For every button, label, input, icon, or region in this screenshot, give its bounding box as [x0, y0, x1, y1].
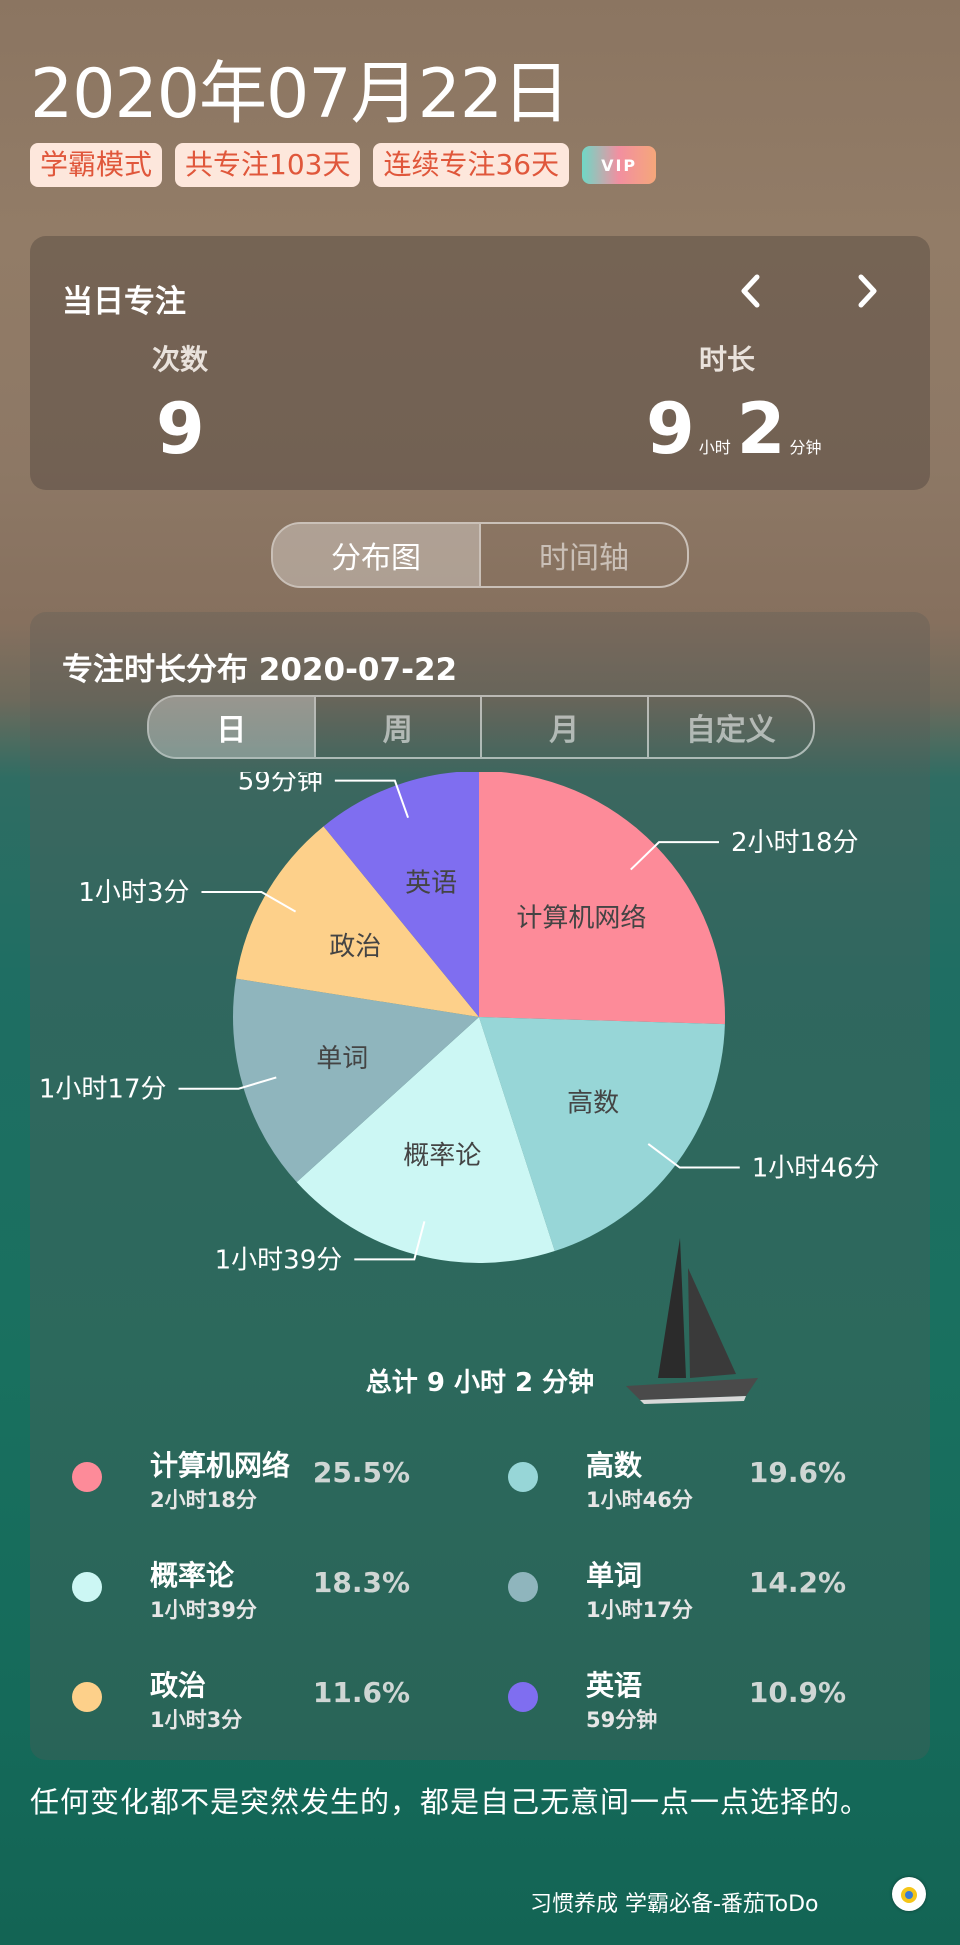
legend-swatch	[72, 1462, 102, 1492]
distribution-pie-chart: 计算机网络 2小时18分高数 1小时46分 概率论 1小时39分 单词 1小时17分 政治 1小…	[39, 772, 880, 1275]
legend-percent: 10.9%	[748, 1676, 846, 1709]
legend-name: 英语	[586, 1669, 643, 1702]
next-day-button[interactable]	[842, 266, 892, 316]
vip-badge[interactable]: VIP	[582, 146, 657, 184]
tab-distribution[interactable]: 分布图	[273, 524, 479, 586]
status-tags: 学霸模式 共专注103天 连续专注36天 VIP	[30, 143, 657, 187]
minutes-unit: 分钟	[789, 438, 822, 457]
streak-badge: 连续专注36天	[373, 143, 570, 187]
legend-item: 单词 1小时17分 14.2%	[466, 1544, 886, 1624]
legend-name: 概率论	[150, 1559, 235, 1592]
legend-time: 2小时18分	[150, 1488, 257, 1512]
range-tabs: 日 周 月 自定义	[147, 695, 815, 759]
legend-time: 1小时3分	[150, 1708, 243, 1732]
slice-label: 高数	[567, 1089, 619, 1119]
distribution-title: 专注时长分布 2020-07-22	[62, 652, 458, 688]
prev-day-button[interactable]	[726, 266, 776, 316]
total-duration: 总计 9 小时 2 分钟	[365, 1368, 595, 1398]
motivational-quote: 任何变化都不是突然发生的，都是自己无意间一点一点选择的。	[30, 1785, 871, 1819]
distribution-card: 专注时长分布 2020-07-22 日 周 月 自定义 计算机网络 2小时18分高…	[30, 612, 930, 1760]
mode-badge: 学霸模式	[30, 143, 163, 187]
slice-value-label: 1小时46分	[752, 1154, 880, 1184]
duration-value: 9 小时 2 分钟	[646, 388, 821, 470]
legend-swatch	[508, 1572, 538, 1602]
tab-timeline[interactable]: 时间轴	[479, 524, 687, 586]
legend-time: 1小时46分	[586, 1488, 693, 1512]
app-logo-icon	[892, 1877, 926, 1911]
legend-swatch	[72, 1682, 102, 1712]
slice-label: 计算机网络	[516, 904, 646, 934]
slice-label: 政治	[329, 932, 381, 962]
duration-label: 时长	[699, 343, 756, 376]
view-tabs: 分布图 时间轴	[271, 522, 689, 588]
legend-item: 概率论 1小时39分 18.3%	[30, 1544, 450, 1624]
count-value: 9	[156, 388, 205, 470]
daily-focus-card: 当日专注 次数 9 时长 9 小时 2 分钟	[30, 236, 930, 490]
legend-time: 1小时39分	[150, 1598, 257, 1622]
sailboat-illustration	[626, 1238, 758, 1404]
footer-slogan: 习惯养成 学霸必备-番茄ToDo	[530, 1892, 819, 1917]
legend-time: 59分钟	[586, 1708, 658, 1732]
pie-slice[interactable]	[479, 772, 725, 1025]
slice-label: 英语	[405, 869, 457, 899]
legend-percent: 25.5%	[312, 1456, 410, 1489]
chevron-right-icon	[858, 274, 877, 308]
slice-value-label: 1小时17分	[39, 1075, 167, 1105]
daily-focus-title: 当日专注	[62, 284, 186, 320]
slice-value-label: 1小时3分	[78, 878, 189, 908]
tab-week[interactable]: 周	[313, 697, 481, 757]
legend-name: 政治	[150, 1669, 207, 1702]
slice-label: 单词	[316, 1044, 368, 1074]
legend-percent: 14.2%	[748, 1566, 846, 1599]
legend-swatch	[72, 1572, 102, 1602]
chevron-left-icon	[741, 274, 760, 308]
legend-name: 单词	[586, 1559, 643, 1592]
count-label: 次数	[152, 343, 209, 376]
page-title: 2020年07月22日	[30, 55, 570, 134]
slice-label: 概率论	[403, 1141, 481, 1171]
total-days-badge: 共专注103天	[175, 143, 361, 187]
duration-hours: 9	[646, 388, 695, 470]
legend-percent: 11.6%	[312, 1676, 410, 1709]
legend-item: 高数 1小时46分 19.6%	[466, 1434, 886, 1514]
slice-value-label: 2小时18分	[731, 828, 859, 858]
legend-item: 计算机网络 2小时18分 25.5%	[30, 1434, 450, 1514]
legend-item: 英语 59分钟 10.9%	[466, 1654, 886, 1734]
legend-item: 政治 1小时3分 11.6%	[30, 1654, 450, 1734]
slice-value-label: 59分钟	[238, 772, 323, 797]
legend-swatch	[508, 1682, 538, 1712]
legend-name: 计算机网络	[150, 1449, 291, 1482]
tab-custom[interactable]: 自定义	[646, 697, 814, 757]
legend-swatch	[508, 1462, 538, 1492]
legend-time: 1小时17分	[586, 1598, 693, 1622]
hours-unit: 小时	[698, 438, 731, 457]
tab-month[interactable]: 月	[480, 697, 647, 757]
duration-minutes: 2	[736, 388, 786, 470]
legend-name: 高数	[586, 1449, 643, 1482]
slice-value-label: 1小时39分	[215, 1245, 343, 1275]
tab-day[interactable]: 日	[149, 697, 314, 757]
legend-percent: 19.6%	[748, 1456, 846, 1489]
legend-percent: 18.3%	[312, 1566, 410, 1599]
